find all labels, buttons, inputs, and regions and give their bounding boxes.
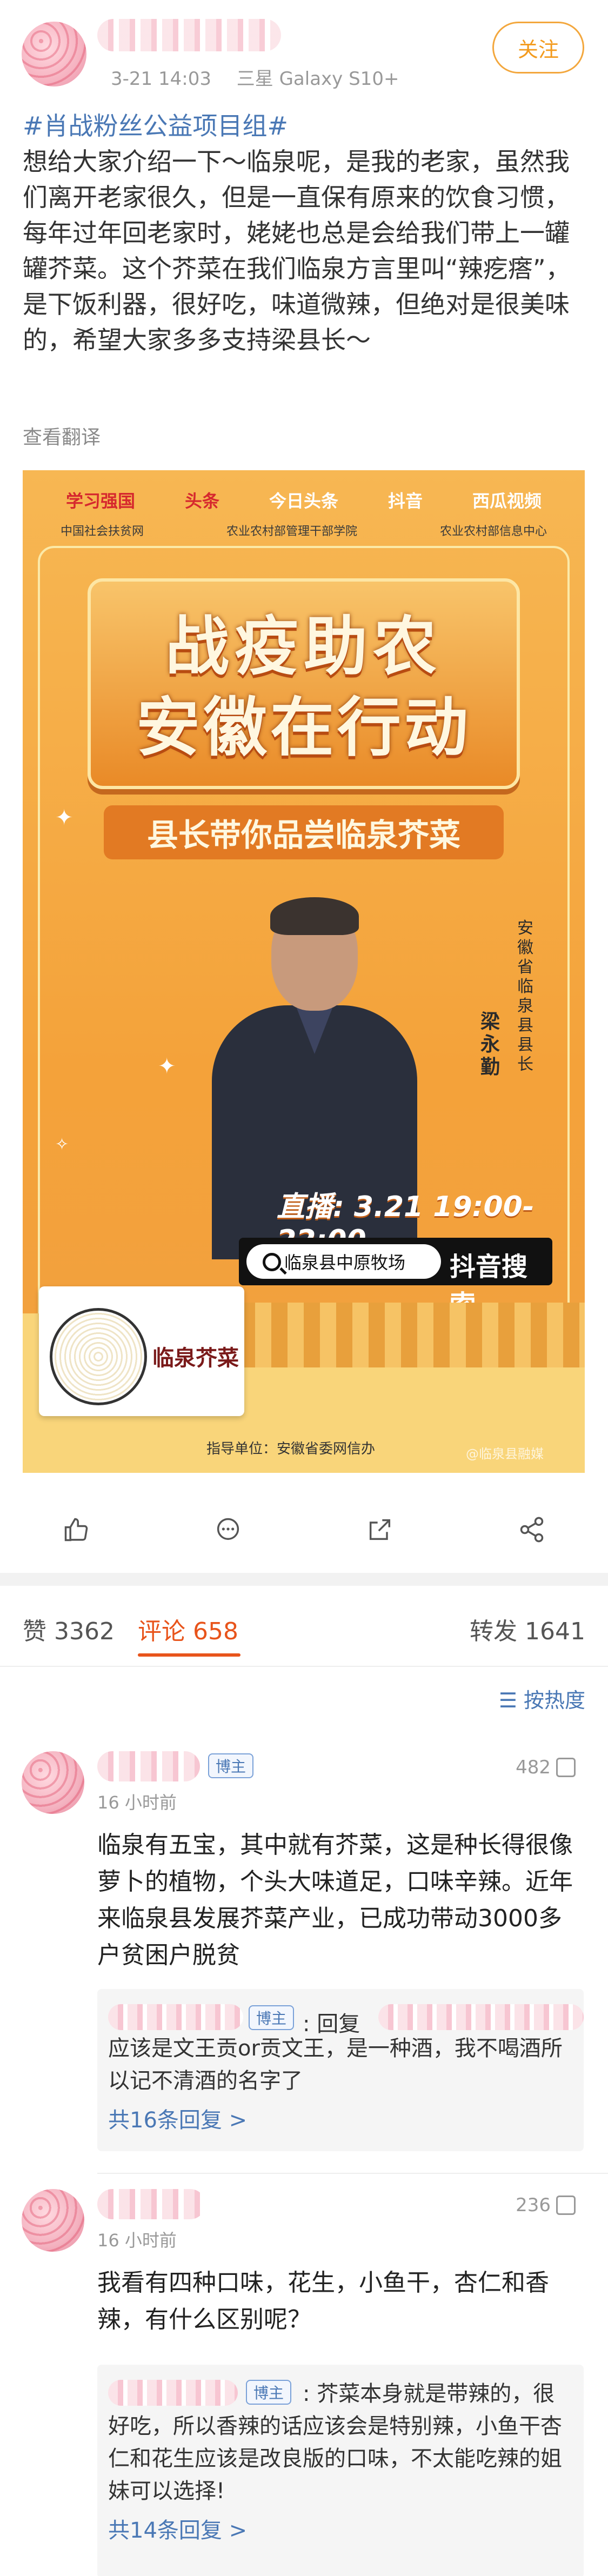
poster-title-line2: 安徽在行动 bbox=[136, 690, 471, 765]
active-tab-indicator bbox=[138, 1653, 240, 1657]
reply-author-badge: 博主 bbox=[249, 2005, 295, 2030]
translate-link[interactable]: 查看翻译 bbox=[23, 422, 101, 450]
tab-reposts[interactable]: 转发 1641 bbox=[470, 1612, 585, 1646]
share-button[interactable] bbox=[499, 1503, 564, 1557]
author-avatar[interactable] bbox=[22, 22, 86, 86]
poster-org: 中国社会扶贫网 bbox=[61, 525, 144, 538]
poster-side-title: 安徽省临泉县县长 bbox=[517, 919, 533, 1074]
comment-like-button[interactable]: 236 bbox=[516, 2194, 576, 2216]
reply-author-blurred bbox=[108, 2004, 243, 2030]
action-bar bbox=[0, 1492, 608, 1567]
like-icon bbox=[64, 1518, 88, 1541]
reply-preview[interactable]: 博主 : 回复 应该是文王贡or贡文王，是一种酒，我不喝酒所以记不清酒的名字了 … bbox=[97, 1989, 584, 2151]
topic-link[interactable]: #肖战粉丝公益项目组# bbox=[23, 111, 288, 141]
poster-orgs: 中国社会扶贫网 农业农村部管理干部学院 农业农村部信息中心 bbox=[61, 522, 547, 539]
poster-fence bbox=[239, 1303, 585, 1367]
comment-like-count: 236 bbox=[516, 2194, 551, 2216]
reply-author-blurred bbox=[108, 2380, 238, 2406]
comment-icon bbox=[217, 1518, 239, 1540]
comment-like-button[interactable]: 482 bbox=[516, 1757, 576, 1778]
repost-button[interactable] bbox=[348, 1503, 412, 1557]
poster-search-text: 临泉县中原牧场 bbox=[284, 1252, 406, 1273]
poster-watermark: @临泉县融媒 bbox=[466, 1446, 544, 1461]
sort-icon: ☰ bbox=[498, 1689, 524, 1712]
poster-subtitle: 县长带你品尝临泉芥菜 bbox=[104, 805, 504, 859]
reply-target-blurred bbox=[378, 2004, 584, 2030]
post-image[interactable]: 学习强国 头条 今日头条 抖音 西瓜视频 中国社会扶贫网 农业农村部管理干部学院… bbox=[23, 470, 585, 1473]
poster-logo: 今日头条 bbox=[269, 491, 338, 511]
comment-text: 临泉有五宝，其中就有芥菜，这是种长得很像萝卜的植物，个头大味道足，口味辛辣。近年… bbox=[97, 1831, 573, 1969]
poster-logos: 学习强国 头条 今日头条 抖音 西瓜视频 bbox=[66, 481, 542, 519]
poster-org: 农业农村部管理干部学院 bbox=[226, 525, 357, 538]
comment-time: 16 小时前 bbox=[97, 2230, 177, 2251]
post-body: #肖战粉丝公益项目组# 想给大家介绍一下～临泉呢，是我的老家，虽然我们离开老家很… bbox=[23, 108, 587, 358]
reply-header: 博主 : 回复 bbox=[108, 2002, 584, 2037]
comment-time: 16 小时前 bbox=[97, 1792, 177, 1813]
author-name-blurred[interactable] bbox=[97, 19, 281, 51]
follow-button[interactable]: 关注 bbox=[492, 22, 584, 74]
thumbs-up-icon bbox=[556, 2195, 576, 2215]
share-icon bbox=[370, 1519, 391, 1540]
comment-item: 博主 16 小时前 482 临泉有五宝，其中就有芥菜，这是种长得很像萝卜的植物，… bbox=[0, 1746, 608, 2167]
sort-by-hot-button[interactable]: ☰ 按热度 bbox=[499, 1684, 585, 1713]
comment-text: 我看有四种口味，花生，小鱼干，杏仁和香辣，有什么区别呢？ bbox=[97, 2269, 549, 2333]
post-time: 3-21 14:03 bbox=[111, 68, 211, 90]
post-meta: 3-21 14:03 三星 Galaxy S10+ bbox=[111, 64, 418, 90]
view-replies-link[interactable]: 共14条回复 > bbox=[108, 2513, 573, 2544]
reply-prefix: : 回复 bbox=[303, 2012, 360, 2037]
sparkle-icon: ✧ bbox=[55, 1135, 69, 1154]
poster-org: 农业农村部信息中心 bbox=[439, 525, 547, 538]
poster-guide: 指导单位：安徽省委网信办 bbox=[206, 1441, 376, 1457]
commenter-name-blurred[interactable] bbox=[97, 2189, 205, 2219]
like-button[interactable] bbox=[44, 1503, 109, 1557]
product-brand: 临泉芥菜 bbox=[152, 1346, 239, 1371]
more-share-icon bbox=[520, 1517, 544, 1543]
section-separator bbox=[0, 1573, 608, 1586]
comment-item: 16 小时前 236 我看有四种口味，花生，小鱼干，杏仁和香辣，有什么区别呢？ … bbox=[0, 2184, 608, 2576]
sparkle-icon: ✦ bbox=[158, 1054, 176, 1079]
poster-logo: 头条 bbox=[184, 491, 219, 511]
poster-logo: 抖音 bbox=[387, 491, 423, 511]
post-device: 三星 Galaxy S10+ bbox=[236, 68, 399, 90]
sort-label: 按热度 bbox=[523, 1689, 585, 1712]
reply-text: 应该是文王贡or贡文王，是一种酒，我不喝酒所以记不清酒的名字了 bbox=[108, 2036, 563, 2093]
commenter-avatar[interactable] bbox=[22, 1751, 84, 1814]
commenter-avatar[interactable] bbox=[22, 2189, 84, 2252]
reply-preview[interactable]: 博主 : 芥菜本身就是带辣的，很好吃，所以香辣的话应该会是特别辣，小鱼干杏仁和花… bbox=[97, 2365, 584, 2576]
comment-like-count: 482 bbox=[516, 1757, 551, 1778]
search-icon bbox=[263, 1253, 281, 1271]
poster-title-line1: 战疫助农 bbox=[165, 609, 442, 684]
poster-search-field: 临泉县中原牧场 bbox=[246, 1244, 441, 1279]
person-hair bbox=[270, 897, 359, 935]
author-badge: 博主 bbox=[208, 1753, 254, 1778]
product-box: 临泉芥菜 bbox=[39, 1286, 244, 1416]
commenter-name-blurred[interactable] bbox=[97, 1751, 200, 1781]
thumbs-up-icon bbox=[556, 1758, 576, 1777]
tab-comments[interactable]: 评论 658 bbox=[138, 1612, 238, 1646]
poster-person-name: 梁永勤 bbox=[480, 1011, 500, 1078]
comment-button[interactable] bbox=[196, 1503, 260, 1557]
poster-logo: 西瓜视频 bbox=[472, 491, 542, 511]
interaction-tabs: 赞 3362 评论 658 转发 1641 bbox=[0, 1586, 608, 1667]
poster-logo: 学习强国 bbox=[66, 491, 136, 511]
comment-divider bbox=[97, 2173, 608, 2174]
poster-search-bar: 临泉县中原牧场 抖音搜索 bbox=[239, 1238, 552, 1320]
product-bowl bbox=[50, 1308, 147, 1405]
sparkle-icon: ✦ bbox=[55, 805, 74, 830]
tab-likes[interactable]: 赞 3362 bbox=[23, 1612, 115, 1646]
post-header: 3-21 14:03 三星 Galaxy S10+ 关注 bbox=[0, 0, 608, 97]
reply-author-badge: 博主 bbox=[246, 2380, 292, 2405]
post-text: 想给大家介绍一下～临泉呢，是我的老家，虽然我们离开老家很久，但是一直保有原来的饮… bbox=[23, 147, 571, 355]
view-replies-link[interactable]: 共16条回复 > bbox=[108, 2103, 573, 2134]
